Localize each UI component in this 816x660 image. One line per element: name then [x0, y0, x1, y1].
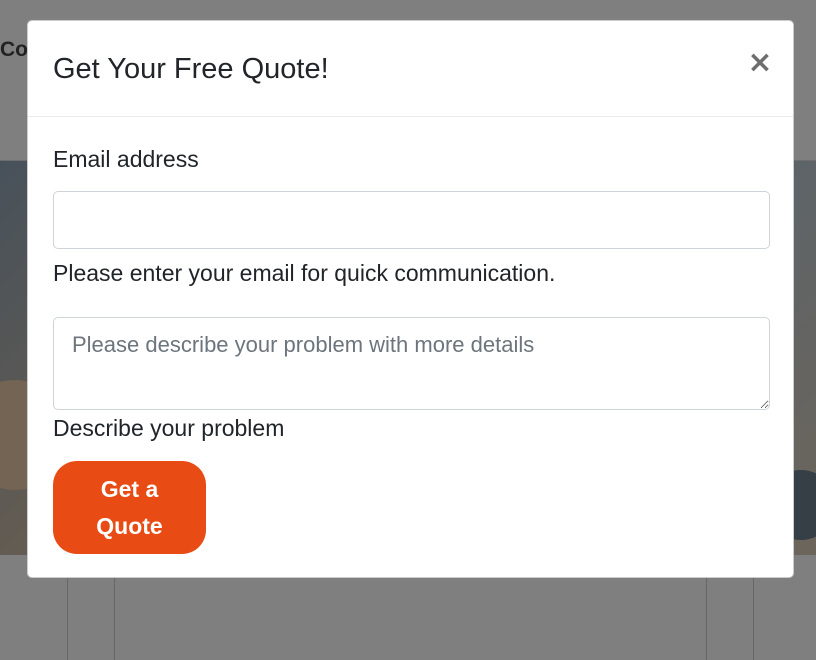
problem-label: Describe your problem: [53, 415, 285, 441]
modal-title: Get Your Free Quote!: [53, 53, 329, 85]
modal-header: Get Your Free Quote! ×: [28, 21, 793, 117]
get-quote-button[interactable]: Get a Quote: [53, 461, 206, 554]
close-icon[interactable]: ×: [747, 48, 773, 78]
email-help-text: Please enter your email for quick commun…: [53, 260, 556, 286]
quote-modal: Get Your Free Quote! × Email address Ple…: [27, 20, 794, 578]
email-label: Email address: [53, 146, 199, 172]
email-field[interactable]: [53, 191, 770, 249]
problem-textarea[interactable]: [53, 317, 770, 410]
